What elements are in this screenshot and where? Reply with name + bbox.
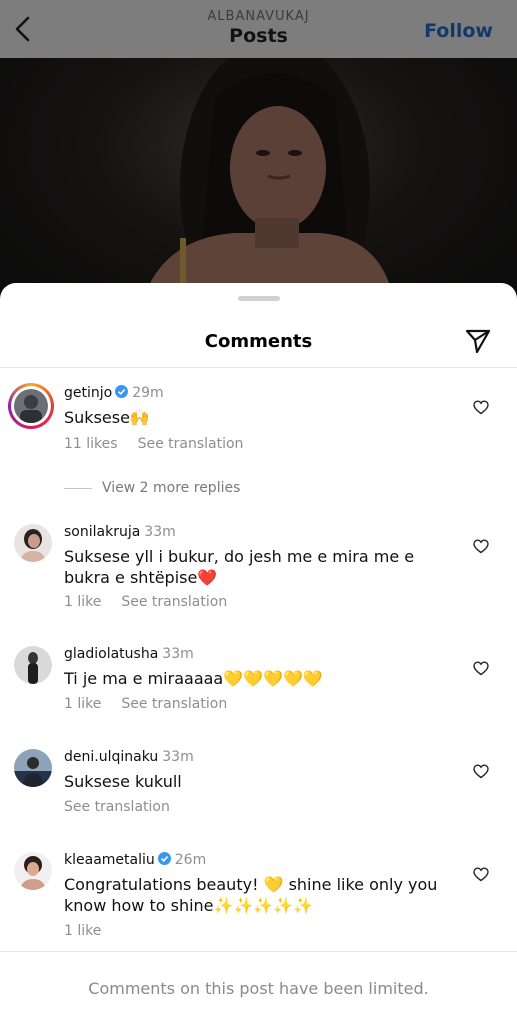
comment-time: 26m [174,852,207,868]
comment-time: 29m [132,385,164,401]
comment-time: 33m [162,646,194,662]
post-image [0,58,517,308]
comment-text: Congratulations beauty! 💛 shine like onl… [64,875,438,915]
comment-text: Ti je ma e miraaaaa💛💛💛💛💛 [64,669,323,688]
comment-username[interactable]: kleaametaliu [64,852,155,868]
post-photo-illustration [140,58,395,308]
comment-actions: 1 like See translation [64,594,227,610]
comment-item: sonilakruja 33m Suksese yll i bukur, do j… [0,524,517,614]
comment-username[interactable]: deni.ulqinaku [64,749,158,765]
avatar[interactable] [14,852,52,890]
comment-item: getinjo 29m Suksese🙌 11 likes See translat… [0,383,517,503]
view-replies-label: View 2 more replies [102,480,241,496]
comment-meta: gladiolatusha 33m [64,646,194,662]
comment-actions: See translation [64,799,170,815]
see-translation-link[interactable]: See translation [121,594,227,610]
comment-time: 33m [162,749,194,765]
top-bar: ALBANAVUKAJ Posts Follow [0,0,517,58]
follow-button[interactable]: Follow [424,20,493,42]
view-replies-link[interactable]: View 2 more replies [64,480,240,496]
avatar[interactable] [14,749,52,787]
comment-meta: getinjo 29m [64,385,164,401]
comment-actions: 11 likes See translation [64,436,243,452]
comments-limited-notice: Comments on this post have been limited. [88,979,429,998]
sheet-title: Comments [204,331,313,352]
heart-outline-icon[interactable] [473,400,489,415]
verified-badge-icon [157,852,171,865]
verified-badge-icon [115,385,129,398]
likes-count[interactable]: 1 like [64,696,101,712]
paper-plane-icon[interactable] [464,327,492,355]
comment-actions: 1 like See translation [64,696,227,712]
comment-username[interactable]: gladiolatusha [64,646,158,662]
comment-text: Suksese kukull [64,772,182,791]
comment-actions: 1 like [64,923,101,939]
see-translation-link[interactable]: See translation [121,696,227,712]
avatar[interactable] [14,646,52,684]
avatar [14,389,48,423]
comment-text: Suksese🙌 [64,408,150,427]
likes-count[interactable]: 11 likes [64,436,118,452]
footer-divider [0,951,517,952]
avatar[interactable] [14,524,52,562]
heart-outline-icon[interactable] [473,764,489,779]
comment-meta: kleaametaliu 26m [64,852,206,868]
heart-outline-icon[interactable] [473,661,489,676]
comment-meta: sonilakruja 33m [64,524,176,540]
comment-item: deni.ulqinaku 33m Suksese kukull See tran… [0,749,517,819]
comments-sheet: Comments getinjo 29m Suksese🙌 11 likes See… [0,283,517,1024]
comment-time: 33m [144,524,176,540]
comment-meta: deni.ulqinaku 33m [64,749,194,765]
comment-username[interactable]: getinjo [64,385,112,401]
see-translation-link[interactable]: See translation [64,799,170,815]
avatar-story-ring[interactable] [8,383,54,429]
likes-count[interactable]: 1 like [64,594,101,610]
drag-handle[interactable] [238,296,280,301]
comment-item: gladiolatusha 33m Ti je ma e miraaaaa💛💛💛💛… [0,646,517,716]
sheet-divider [0,367,517,368]
likes-count[interactable]: 1 like [64,923,101,939]
heart-outline-icon[interactable] [473,867,489,882]
comment-username[interactable]: sonilakruja [64,524,140,540]
heart-outline-icon[interactable] [473,539,489,554]
comment-item: kleaametaliu 26m Congratulations beauty! … [0,852,517,942]
comment-text: Suksese yll i bukur, do jesh me e mira m… [64,547,415,587]
see-translation-link[interactable]: See translation [138,436,244,452]
